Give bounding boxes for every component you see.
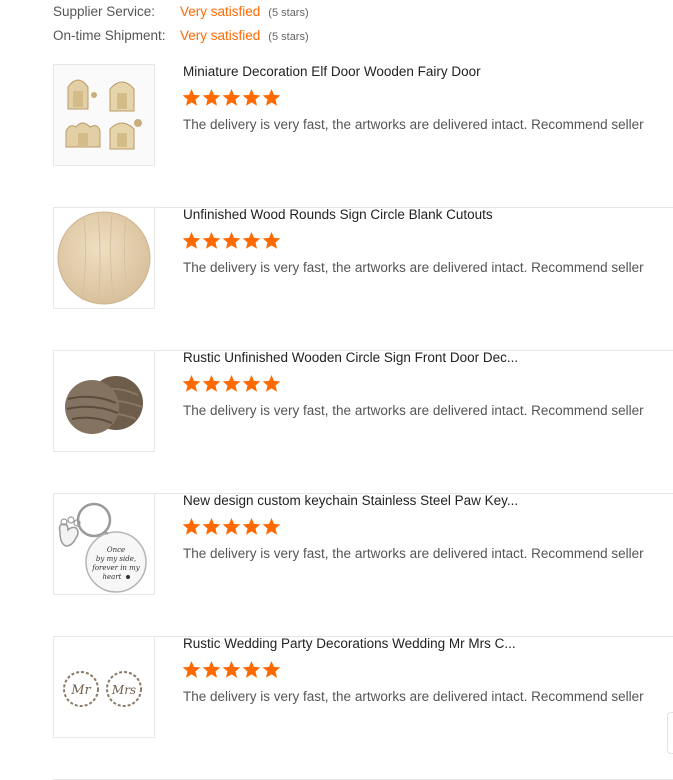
- wood-round-image: [54, 208, 154, 308]
- review-text: The delivery is very fast, the artworks …: [183, 403, 644, 418]
- review-stars: [182, 660, 281, 679]
- mrs-text: Mrs: [111, 683, 136, 697]
- review-stars: [182, 517, 281, 536]
- star-icon: [262, 517, 281, 535]
- star-icon: [182, 660, 201, 678]
- review-item: Unfinished Wood Rounds Sign Circle Blank…: [53, 207, 673, 351]
- star-icon: [262, 374, 281, 392]
- rating-label: Supplier Service:: [53, 4, 156, 19]
- star-icon: [202, 660, 221, 678]
- review-text: The delivery is very fast, the artworks …: [183, 546, 644, 561]
- star-icon: [222, 88, 241, 106]
- keychain-text-line: forever in my: [91, 564, 141, 572]
- rating-value: Very satisfied: [180, 28, 261, 43]
- star-icon: [222, 231, 241, 249]
- supplier-service-rating: Supplier Service: Very satisfied (5 star…: [53, 4, 309, 28]
- mr-mrs-wreath-image: Mr Mrs: [54, 637, 154, 737]
- product-title[interactable]: Rustic Unfinished Wooden Circle Sign Fro…: [183, 350, 518, 365]
- review-stars: [182, 374, 281, 393]
- star-icon: [222, 374, 241, 392]
- product-thumbnail[interactable]: [53, 350, 155, 452]
- rating-stars-text: (5 stars): [268, 7, 309, 19]
- rustic-wood-circles-image: [54, 351, 154, 451]
- review-item: Rustic Unfinished Wooden Circle Sign Fro…: [53, 350, 673, 494]
- review-stars: [182, 231, 281, 250]
- star-icon: [242, 88, 261, 106]
- product-title[interactable]: Miniature Decoration Elf Door Wooden Fai…: [183, 64, 481, 79]
- keychain-text-line: heart: [103, 573, 122, 581]
- review-item: Miniature Decoration Elf Door Wooden Fai…: [53, 64, 673, 208]
- product-thumbnail[interactable]: Mr Mrs: [53, 636, 155, 738]
- product-thumbnail[interactable]: [53, 64, 155, 166]
- supplier-ratings: Supplier Service: Very satisfied (5 star…: [53, 4, 309, 52]
- review-text: The delivery is very fast, the artworks …: [183, 689, 644, 704]
- review-item: Once by my side, forever in my heart New…: [53, 493, 673, 637]
- star-icon: [182, 517, 201, 535]
- fairy-door-image: [54, 65, 154, 165]
- star-icon: [202, 517, 221, 535]
- star-icon: [182, 374, 201, 392]
- review-item: Mr Mrs Rustic Wedding Party Decorations …: [53, 636, 673, 780]
- mr-text: Mr: [70, 683, 91, 698]
- product-thumbnail[interactable]: [53, 207, 155, 309]
- star-icon: [182, 231, 201, 249]
- review-text: The delivery is very fast, the artworks …: [183, 117, 644, 132]
- rating-value: Very satisfied: [180, 4, 261, 19]
- star-icon: [242, 374, 261, 392]
- star-icon: [242, 231, 261, 249]
- star-icon: [182, 88, 201, 106]
- star-icon: [262, 660, 281, 678]
- on-time-shipment-rating: On-time Shipment: Very satisfied (5 star…: [53, 28, 309, 52]
- review-stars: [182, 88, 281, 107]
- product-thumbnail[interactable]: Once by my side, forever in my heart: [53, 493, 155, 595]
- star-icon: [202, 374, 221, 392]
- star-icon: [262, 88, 281, 106]
- star-icon: [262, 231, 281, 249]
- review-text: The delivery is very fast, the artworks …: [183, 260, 644, 275]
- floating-widget-edge[interactable]: [667, 712, 673, 754]
- star-icon: [222, 517, 241, 535]
- product-title[interactable]: Rustic Wedding Party Decorations Wedding…: [183, 636, 516, 651]
- rating-label: On-time Shipment:: [53, 28, 166, 43]
- product-title[interactable]: Unfinished Wood Rounds Sign Circle Blank…: [183, 207, 493, 222]
- star-icon: [202, 88, 221, 106]
- keychain-text-line: by my side,: [96, 555, 136, 563]
- star-icon: [242, 517, 261, 535]
- star-icon: [242, 660, 261, 678]
- rating-stars-text: (5 stars): [268, 31, 309, 43]
- product-title[interactable]: New design custom keychain Stainless Ste…: [183, 493, 518, 508]
- star-icon: [222, 660, 241, 678]
- paw-keychain-image: Once by my side, forever in my heart: [54, 494, 154, 594]
- keychain-text-line: Once: [107, 546, 125, 554]
- star-icon: [202, 231, 221, 249]
